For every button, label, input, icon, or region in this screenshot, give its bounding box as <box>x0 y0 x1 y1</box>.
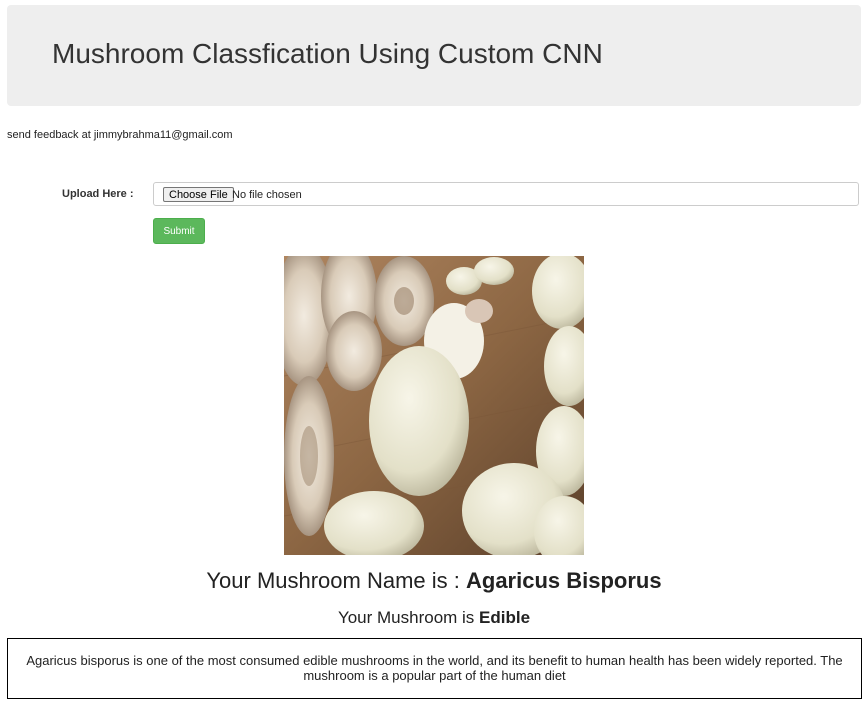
result-edible-value: Edible <box>479 608 531 627</box>
feedback-text: send feedback at jimmybrahma11@gmail.com <box>7 129 233 141</box>
result-edibility: Your Mushroom is Edible <box>0 608 868 628</box>
result-name: Your Mushroom Name is : Agaricus Bisporu… <box>0 568 868 594</box>
mushroom-photo-illustration <box>284 256 584 555</box>
description-box: Agaricus bisporus is one of the most con… <box>7 638 862 699</box>
choose-file-button[interactable]: Choose File <box>163 187 234 202</box>
file-input[interactable]: Choose File No file chosen <box>153 182 859 206</box>
result-name-value: Agaricus Bisporus <box>466 568 662 593</box>
file-status: No file chosen <box>232 189 302 201</box>
header-banner: Mushroom Classfication Using Custom CNN <box>7 5 861 106</box>
result-edible-prefix: Your Mushroom is <box>337 608 480 627</box>
submit-button[interactable]: Submit <box>153 218 205 244</box>
upload-label: Upload Here : <box>62 188 134 200</box>
page-title: Mushroom Classfication Using Custom CNN <box>52 38 603 69</box>
mushroom-image <box>284 256 584 555</box>
description-text: Agaricus bisporus is one of the most con… <box>26 653 843 683</box>
result-name-prefix: Your Mushroom Name is : <box>206 568 466 593</box>
